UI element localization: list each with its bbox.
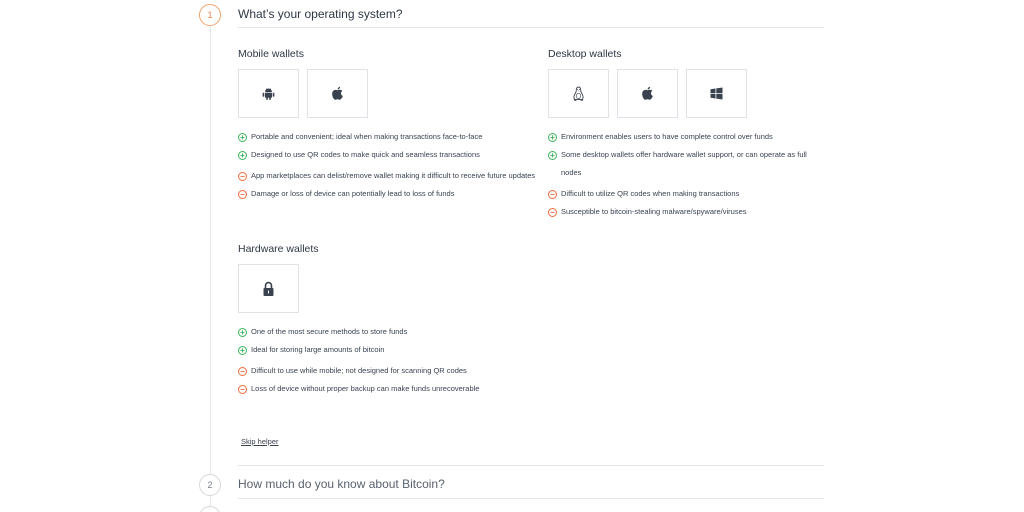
ios-option[interactable] xyxy=(307,69,368,118)
mobile-wallets-title: Mobile wallets xyxy=(238,48,304,60)
step-1-number[interactable]: 1 xyxy=(199,4,221,26)
android-option[interactable] xyxy=(238,69,299,118)
mobile-con-2: − Damage or loss of device can potentiall… xyxy=(238,185,538,203)
windows-icon xyxy=(710,87,723,100)
minus-circle-icon: − xyxy=(548,207,557,217)
hardware-pro-1: + One of the most secure methods to store… xyxy=(238,323,538,341)
hardware-option[interactable] xyxy=(238,264,299,313)
plus-circle-icon: + xyxy=(238,327,247,337)
hardware-pro-2: + Ideal for storing large amounts of bitc… xyxy=(238,341,538,359)
step-2-title[interactable]: How much do you know about Bitcoin? xyxy=(238,477,445,491)
windows-option[interactable] xyxy=(686,69,747,118)
minus-circle-icon: − xyxy=(238,366,247,376)
step-2-number[interactable]: 2 xyxy=(199,474,221,496)
hardware-wallets-section: Hardware wallets + One of the most secure… xyxy=(238,243,538,398)
minus-circle-icon: − xyxy=(548,189,557,199)
android-icon xyxy=(262,87,275,100)
hardware-wallets-title: Hardware wallets xyxy=(238,243,319,255)
step-1-divider xyxy=(238,27,824,28)
minus-circle-icon: − xyxy=(238,189,247,199)
plus-circle-icon: + xyxy=(238,132,247,142)
linux-option[interactable] xyxy=(548,69,609,118)
desktop-pro-1: + Environment enables users to have compl… xyxy=(548,128,824,146)
desktop-con-2: − Susceptible to bitcoin-stealing malware… xyxy=(548,203,824,221)
minus-circle-icon: − xyxy=(238,384,247,394)
step-2-divider xyxy=(238,498,824,499)
plus-circle-icon: + xyxy=(238,150,247,160)
step-2-top-divider xyxy=(238,465,824,466)
hardware-con-1: − Difficult to use while mobile; not desi… xyxy=(238,362,538,380)
step-3-number[interactable] xyxy=(199,506,221,512)
mac-option[interactable] xyxy=(617,69,678,118)
minus-circle-icon: − xyxy=(238,171,247,181)
plus-circle-icon: + xyxy=(548,150,557,160)
skip-helper-link[interactable]: Skip helper xyxy=(241,437,279,446)
step-1-title[interactable]: What’s your operating system? xyxy=(238,7,403,21)
timeline-line xyxy=(210,26,211,478)
apple-icon xyxy=(332,86,343,100)
desktop-con-1: − Difficult to utilize QR codes when maki… xyxy=(548,185,824,203)
plus-circle-icon: + xyxy=(548,132,557,142)
hardware-con-2: − Loss of device without proper backup ca… xyxy=(238,380,538,398)
linux-icon xyxy=(573,86,584,101)
mobile-wallets-section: Mobile wallets + Portable and convenient;… xyxy=(238,48,538,203)
apple-icon xyxy=(642,86,653,100)
plus-circle-icon: + xyxy=(238,345,247,355)
desktop-wallets-title: Desktop wallets xyxy=(548,48,622,60)
desktop-pro-2: + Some desktop wallets offer hardware wal… xyxy=(548,146,824,182)
desktop-wallets-section: Desktop wallets + Environment enables us… xyxy=(548,48,824,221)
lock-icon xyxy=(263,281,274,296)
mobile-pro-2: + Designed to use QR codes to make quick … xyxy=(238,146,538,164)
mobile-pro-1: + Portable and convenient; ideal when mak… xyxy=(238,128,538,146)
mobile-con-1: − App marketplaces can delist/remove wall… xyxy=(238,167,538,185)
